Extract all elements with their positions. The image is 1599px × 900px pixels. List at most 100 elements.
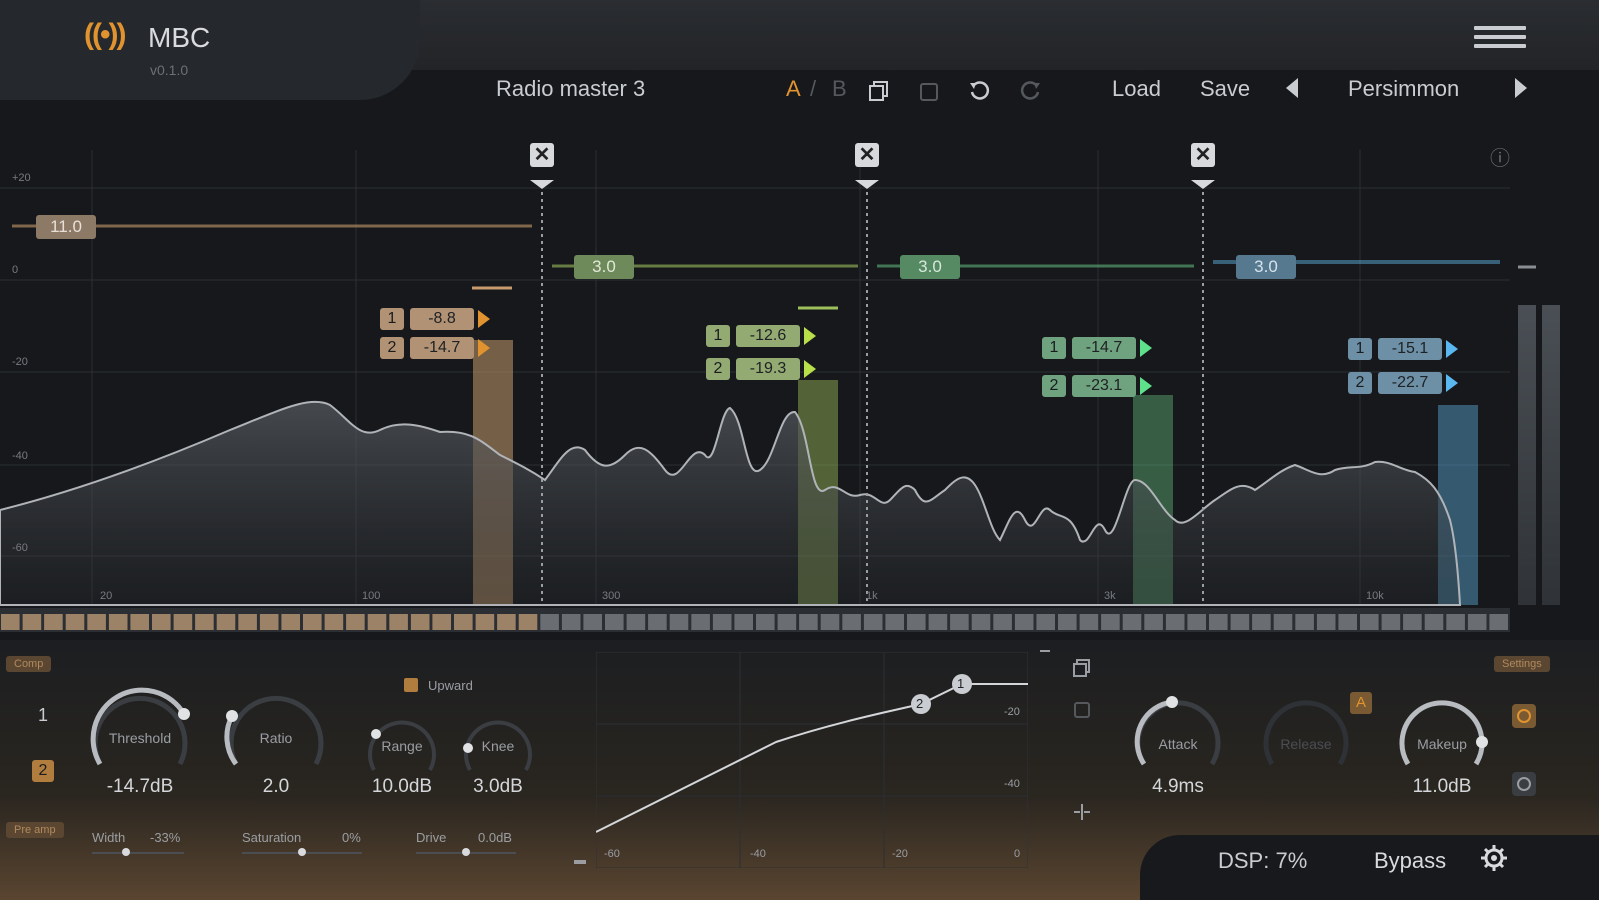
mute-band-button[interactable] (1512, 772, 1536, 796)
piano-key[interactable] (454, 614, 473, 630)
curve-node-2[interactable]: 2 (916, 696, 926, 711)
piano-key[interactable] (863, 614, 883, 630)
piano-key[interactable] (907, 614, 926, 630)
undo-icon[interactable] (968, 80, 990, 102)
band-gain-badge[interactable]: 3.0 (574, 255, 634, 279)
piano-key[interactable] (497, 614, 516, 630)
piano-key[interactable] (1014, 614, 1034, 630)
piano-key[interactable] (842, 614, 861, 630)
piano-key[interactable] (1360, 614, 1379, 630)
save-button[interactable]: Save (1200, 76, 1250, 102)
auto-release-toggle[interactable]: A (1350, 692, 1372, 714)
piano-key[interactable] (1467, 614, 1487, 630)
band-gain-badge[interactable]: 3.0 (1236, 255, 1296, 279)
piano-key[interactable] (1424, 614, 1444, 630)
saturation-value[interactable]: 0% (342, 830, 361, 845)
split-view-icon[interactable] (1072, 802, 1092, 822)
piano-key[interactable] (1338, 614, 1357, 630)
piano-key[interactable] (1209, 614, 1228, 630)
preset-name[interactable]: Radio master 3 (496, 76, 645, 102)
piano-key[interactable] (777, 614, 797, 630)
piano-key[interactable] (1122, 614, 1142, 630)
load-button[interactable]: Load (1112, 76, 1161, 102)
saturation-slider-handle[interactable] (298, 848, 306, 856)
piano-key[interactable] (475, 614, 495, 630)
ab-slot-b[interactable]: B (832, 76, 847, 102)
piano-key[interactable] (993, 614, 1012, 630)
piano-key[interactable] (1144, 614, 1163, 630)
upward-checkbox[interactable] (404, 678, 418, 692)
piano-key[interactable] (367, 614, 387, 630)
piano-key[interactable] (971, 614, 991, 630)
makeup-value[interactable]: 11.0dB (1392, 776, 1492, 798)
gear-icon[interactable] (1480, 844, 1508, 872)
piano-key[interactable] (605, 614, 624, 630)
piano-key[interactable] (1165, 614, 1185, 630)
piano-key[interactable] (1079, 614, 1099, 630)
piano-key[interactable] (130, 614, 149, 630)
threshold-value[interactable]: -14.7dB (90, 776, 190, 798)
threshold-select-2[interactable]: 2 (32, 760, 54, 782)
info-icon[interactable]: ⓘ (1490, 142, 1510, 171)
piano-key[interactable] (1273, 614, 1293, 630)
curve-node-1[interactable]: 1 (957, 676, 967, 691)
piano-key[interactable] (346, 614, 365, 630)
drive-value[interactable]: 0.0dB (478, 830, 512, 845)
piano-key[interactable] (281, 614, 300, 630)
band-gain-badge[interactable]: 3.0 (900, 255, 960, 279)
drive-slider-handle[interactable] (462, 848, 470, 856)
width-slider-handle[interactable] (122, 848, 130, 856)
piano-key[interactable] (1187, 614, 1206, 630)
remove-crossover-button[interactable]: ✕ (530, 143, 554, 167)
band-threshold-row[interactable]: 2 -14.7 (380, 337, 490, 359)
bypass-button[interactable]: Bypass (1374, 848, 1446, 874)
crossover-handle-icon[interactable] (530, 180, 554, 189)
band-threshold-row[interactable]: 1 -14.7 (1042, 337, 1152, 359)
piano-key[interactable] (389, 614, 408, 630)
hamburger-menu-icon[interactable] (1474, 26, 1526, 52)
band-threshold-row[interactable]: 2 -23.1 (1042, 375, 1152, 397)
piano-key[interactable] (583, 614, 602, 630)
theme-name[interactable]: Persimmon (1348, 76, 1459, 102)
piano-key[interactable] (238, 614, 257, 630)
piano-key[interactable] (324, 614, 344, 630)
piano-key[interactable] (561, 614, 581, 630)
crossover-handle-icon[interactable] (855, 180, 879, 189)
piano-key[interactable] (1230, 614, 1250, 630)
piano-key[interactable] (756, 614, 775, 630)
piano-key[interactable] (626, 614, 646, 630)
piano-key[interactable] (173, 614, 193, 630)
piano-key[interactable] (216, 614, 236, 630)
piano-key[interactable] (1252, 614, 1271, 630)
piano-key[interactable] (410, 614, 430, 630)
piano-key[interactable] (799, 614, 818, 630)
piano-key[interactable] (518, 614, 538, 630)
piano-key[interactable] (65, 614, 85, 630)
piano-key[interactable] (1058, 614, 1077, 630)
piano-key[interactable] (928, 614, 948, 630)
range-value[interactable]: 10.0dB (352, 776, 452, 798)
piano-key[interactable] (432, 614, 451, 630)
prev-theme-arrow-icon[interactable] (1286, 78, 1298, 98)
piano-key[interactable] (152, 614, 171, 630)
piano-key[interactable] (108, 614, 128, 630)
band-gain-badge[interactable]: 11.0 (36, 215, 96, 239)
piano-key[interactable] (44, 614, 63, 630)
band-threshold-row[interactable]: 1 -12.6 (706, 325, 816, 347)
piano-key[interactable] (1316, 614, 1336, 630)
piano-key[interactable] (540, 614, 559, 630)
piano-key[interactable] (1381, 614, 1401, 630)
attack-knob[interactable] (1128, 690, 1228, 780)
piano-keyboard[interactable] (0, 608, 1510, 632)
solo-band-button[interactable] (1512, 704, 1536, 728)
piano-key[interactable] (259, 614, 279, 630)
piano-key[interactable] (950, 614, 969, 630)
ratio-value[interactable]: 2.0 (226, 776, 326, 798)
piano-key[interactable] (1101, 614, 1120, 630)
piano-key[interactable] (1036, 614, 1055, 630)
width-value[interactable]: -33% (150, 830, 180, 845)
redo-icon[interactable] (1020, 80, 1042, 102)
makeup-knob[interactable] (1392, 690, 1492, 780)
copy-icon[interactable] (868, 80, 890, 102)
copy-curve-icon[interactable] (1072, 658, 1092, 678)
